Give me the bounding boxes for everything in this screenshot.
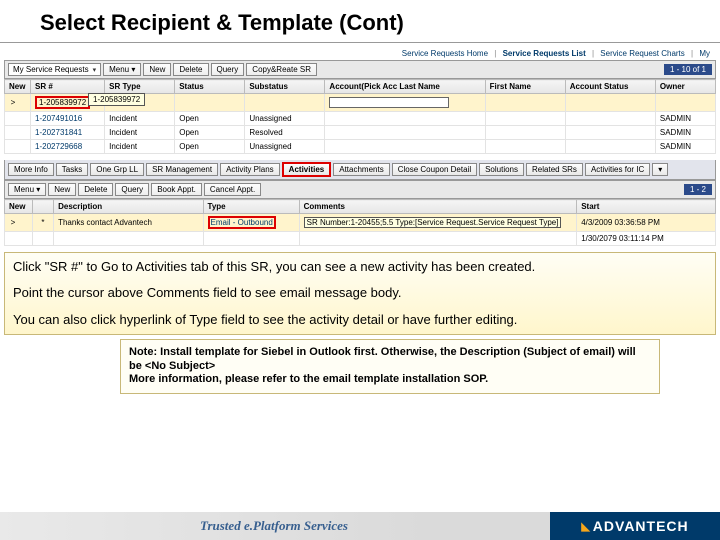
chevron-down-icon: ▾ [93,66,97,74]
nav-charts[interactable]: Service Request Charts [600,49,684,58]
note-line: Note: Install template for Siebel in Out… [129,346,636,372]
type-link[interactable]: Email - Outbound [208,216,276,229]
row-selector-icon: > [9,98,17,107]
note-block: Note: Install template for Siebel in Out… [120,339,660,394]
applet-dropdown[interactable]: My Service Requests▾ [8,63,101,76]
tab-bar: More Info Tasks One Grp LL SR Management… [4,160,716,180]
row-selector-icon: > [9,218,17,227]
tab-activities-ic[interactable]: Activities for IC [585,163,650,176]
tab-solutions[interactable]: Solutions [479,163,524,176]
table-row[interactable]: 1-202729668 Incident Open Unassigned SAD… [5,140,716,154]
tab-sr-mgmt[interactable]: SR Management [146,163,218,176]
col-act-type[interactable]: Type [203,200,299,214]
page-title: Select Recipient & Template (Cont) [0,0,720,40]
activities-toolbar: Menu ▾ New Delete Query Book Appt. Cance… [4,180,716,199]
activities-table: New Description Type Comments Start > * … [4,199,716,246]
col-new[interactable]: New [5,80,31,94]
logo-icon: ◣ [581,520,590,533]
act-query-button[interactable]: Query [115,183,149,196]
tab-activities[interactable]: Activities [282,162,332,177]
tab-activity-plans[interactable]: Activity Plans [220,163,280,176]
act-pager: 1 - 2 [684,184,712,195]
col-status[interactable]: Status [175,80,245,94]
sr-table: New SR # SR Type Status Substatus Accoun… [4,79,716,154]
comments-tooltip[interactable]: SR Number:1-20455;5.5 Type:[Service Requ… [304,217,562,228]
table-row[interactable]: 1/30/2079 03:11:14 PM [5,232,716,246]
note-line: More information, please refer to the em… [129,373,488,385]
copy-sr-button[interactable]: Copy&Reate SR [246,63,317,76]
col-account[interactable]: Account(Pick Acc Last Name [325,80,485,94]
tab-more-info[interactable]: More Info [8,163,54,176]
instruction-line: You can also click hyperlink of Type fie… [13,312,707,328]
tab-tasks[interactable]: Tasks [56,163,88,176]
sr-link[interactable]: 1-207491016 [35,114,82,123]
sr-link[interactable]: 1-205839972 [35,96,90,109]
col-act-comments[interactable]: Comments [299,200,577,214]
query-button[interactable]: Query [211,63,245,76]
nav-links: Service Requests Home | Service Requests… [4,47,716,60]
cancel-appt-button[interactable]: Cancel Appt. [204,183,261,196]
instruction-line: Point the cursor above Comments field to… [13,285,707,301]
col-act-star[interactable] [32,200,53,214]
account-input[interactable] [329,97,449,108]
new-button[interactable]: New [143,63,171,76]
act-delete-button[interactable]: Delete [78,183,113,196]
col-act-start[interactable]: Start [577,200,716,214]
table-header-row: New Description Type Comments Start [5,200,716,214]
sr-link[interactable]: 1-202731841 [35,128,82,137]
instructions-block: Click "SR #" to Go to Activities tab of … [4,252,716,335]
tab-close-coupon[interactable]: Close Coupon Detail [392,163,477,176]
act-new-button[interactable]: New [48,183,76,196]
instruction-line: Click "SR #" to Go to Activities tab of … [13,259,707,275]
delete-button[interactable]: Delete [173,63,208,76]
tab-related-srs[interactable]: Related SRs [526,163,583,176]
brand-logo: ◣ ADVANTECH [550,512,720,540]
nav-list[interactable]: Service Requests List [503,49,586,58]
col-sr[interactable]: SR # [31,80,105,94]
table-header-row: New SR # SR Type Status Substatus Accoun… [5,80,716,94]
nav-my[interactable]: My [699,49,710,58]
sr-link[interactable]: 1-202729668 [35,142,82,151]
col-substatus[interactable]: Substatus [245,80,325,94]
menu-button[interactable]: Menu ▾ [103,63,141,76]
table-row[interactable]: 1-202731841 Incident Open Resolved SADMI… [5,126,716,140]
tab-attachments[interactable]: Attachments [333,163,389,176]
tooltip: 1-205839972 [88,93,145,106]
col-astatus[interactable]: Account Status [565,80,655,94]
book-appt-button[interactable]: Book Appt. [151,183,202,196]
tab-overflow[interactable]: ▾ [652,163,668,176]
col-act-new[interactable]: New [5,200,33,214]
table-row[interactable]: 1-207491016 Incident Open Unassigned SAD… [5,112,716,126]
table-row[interactable]: > * Thanks contact Advantech Email - Out… [5,214,716,232]
col-owner[interactable]: Owner [655,80,715,94]
sr-toolbar: My Service Requests▾ Menu ▾ New Delete Q… [4,60,716,79]
pager: 1 - 10 of 1 [664,64,712,75]
col-type[interactable]: SR Type [105,80,175,94]
tab-one-grp[interactable]: One Grp LL [90,163,144,176]
col-first[interactable]: First Name [485,80,565,94]
footer-slogan: Trusted e.Platform Services [200,518,348,534]
act-menu-button[interactable]: Menu ▾ [8,183,46,196]
nav-home[interactable]: Service Requests Home [402,49,488,58]
col-act-desc[interactable]: Description [54,200,203,214]
footer: Trusted e.Platform Services ◣ ADVANTECH [0,512,720,540]
divider [0,42,720,43]
